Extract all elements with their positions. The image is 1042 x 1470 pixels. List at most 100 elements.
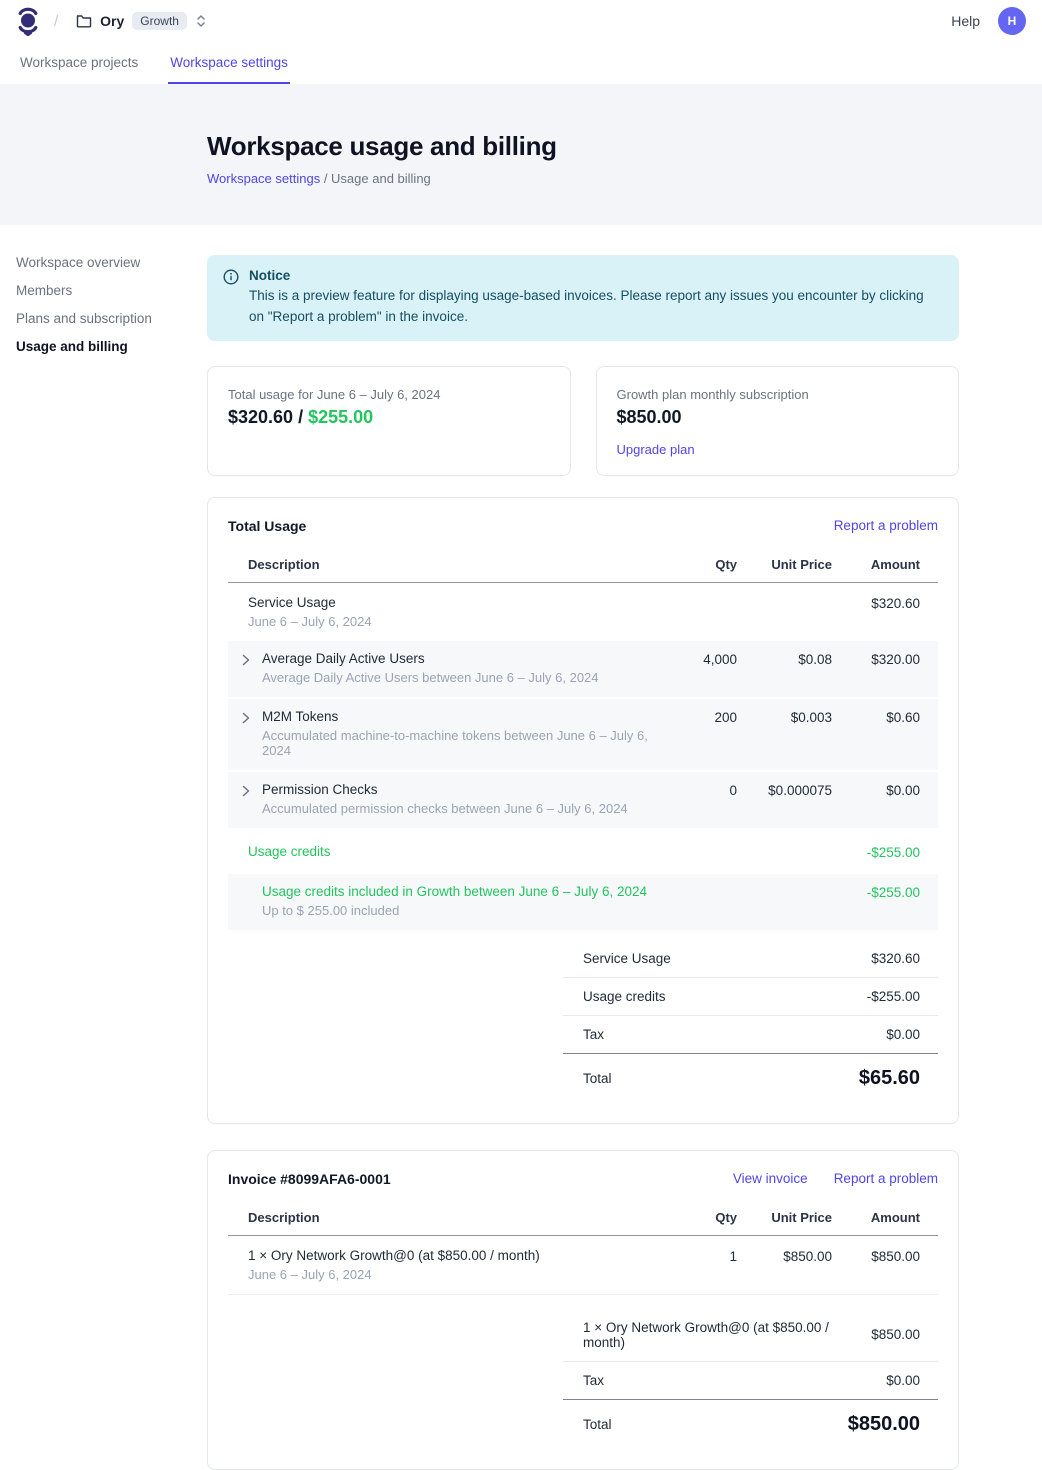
total-usage-label: Total usage for June 6 – July 6, 2024 — [228, 387, 550, 402]
sidebar-item-members[interactable]: Members — [16, 283, 191, 298]
chevron-right-icon[interactable] — [238, 654, 254, 666]
row-title: 1 × Ory Network Growth@0 (at $850.00 / m… — [248, 1248, 657, 1263]
tab-workspace-projects[interactable]: Workspace projects — [18, 55, 140, 84]
total-usage-value: $320.60 / $255.00 — [228, 407, 550, 428]
summary-label: Tax — [583, 1027, 886, 1042]
row-subtitle: June 6 – July 6, 2024 — [248, 614, 657, 629]
header-description: Description — [248, 1210, 657, 1225]
report-problem-link[interactable]: Report a problem — [834, 1171, 938, 1186]
row-amount: $320.00 — [832, 651, 920, 667]
view-invoice-link[interactable]: View invoice — [733, 1171, 808, 1186]
row-unit-price: $850.00 — [737, 1248, 832, 1264]
workspace-name: Ory — [100, 13, 124, 29]
usage-summary: Service Usage $320.60 Usage credits -$25… — [563, 940, 938, 1103]
summary-label: 1 × Ory Network Growth@0 (at $850.00 / m… — [583, 1320, 871, 1350]
sidebar-item-usage-and-billing[interactable]: Usage and billing — [16, 339, 191, 354]
invoice-line-row: 1 × Ory Network Growth@0 (at $850.00 / m… — [228, 1236, 938, 1295]
total-usage-card: Total usage for June 6 – July 6, 2024 $3… — [207, 366, 571, 476]
header-unit-price: Unit Price — [737, 1210, 832, 1225]
invoice-panel-title: Invoice #8099AFA6-0001 — [228, 1171, 391, 1187]
summary-row-service-usage: Service Usage $320.60 — [563, 940, 938, 978]
sidebar-item-workspace-overview[interactable]: Workspace overview — [16, 255, 191, 270]
header-amount: Amount — [832, 1210, 920, 1225]
summary-row-subscription: 1 × Ory Network Growth@0 (at $850.00 / m… — [563, 1309, 938, 1362]
chevron-right-icon[interactable] — [238, 785, 254, 797]
plan-badge: Growth — [132, 12, 187, 30]
usage-row-average-daily-active-users[interactable]: Average Daily Active Users Average Daily… — [228, 641, 938, 697]
workspace-switcher[interactable]: Ory Growth — [76, 12, 207, 30]
plan-label: Growth plan monthly subscription — [617, 387, 939, 402]
usage-credits-detail-row: Usage credits included in Growth between… — [228, 874, 938, 930]
page-title: Workspace usage and billing — [207, 131, 1042, 162]
row-unit-price: $0.000075 — [737, 782, 832, 798]
row-amount: $0.00 — [832, 782, 920, 798]
row-unit-price: $0.003 — [737, 709, 832, 725]
total-value: $65.60 — [859, 1067, 920, 1090]
report-problem-link[interactable]: Report a problem — [834, 518, 938, 533]
summary-value: $0.00 — [886, 1027, 920, 1042]
help-link[interactable]: Help — [951, 13, 980, 29]
topbar-separator: / — [54, 13, 58, 30]
usage-separator: / — [293, 407, 308, 427]
ory-logo[interactable] — [16, 6, 40, 36]
summary-value: $0.00 — [886, 1373, 920, 1388]
preview-notice: Notice This is a preview feature for dis… — [207, 255, 959, 341]
invoice-table-header: Description Qty Unit Price Amount — [228, 1204, 938, 1236]
row-amount: $0.60 — [832, 709, 920, 725]
chevron-right-icon[interactable] — [238, 712, 254, 724]
settings-sidebar: Workspace overview Members Plans and sub… — [16, 255, 191, 367]
header-unit-price: Unit Price — [737, 557, 832, 572]
row-qty: 200 — [657, 709, 737, 725]
sidebar-item-plans-and-subscription[interactable]: Plans and subscription — [16, 311, 191, 326]
updown-icon — [195, 13, 207, 29]
row-title: M2M Tokens — [262, 709, 657, 724]
summary-row-tax: Tax $0.00 — [563, 1362, 938, 1400]
usage-row-permission-checks[interactable]: Permission Checks Accumulated permission… — [228, 772, 938, 828]
plan-amount: $850.00 — [617, 407, 939, 428]
summary-value: $320.60 — [871, 951, 920, 966]
upgrade-plan-link[interactable]: Upgrade plan — [617, 442, 695, 457]
summary-label: Tax — [583, 1373, 886, 1388]
row-subtitle: Accumulated machine-to-machine tokens be… — [262, 728, 657, 758]
tab-workspace-settings[interactable]: Workspace settings — [168, 55, 290, 84]
row-subtitle: Up to $ 255.00 included — [262, 903, 657, 918]
row-title: Average Daily Active Users — [262, 651, 657, 666]
row-title: Service Usage — [248, 595, 657, 610]
notice-body: This is a preview feature for displaying… — [249, 286, 939, 328]
header-qty: Qty — [657, 557, 737, 572]
usage-table-header: Description Qty Unit Price Amount — [228, 551, 938, 583]
service-usage-row: Service Usage June 6 – July 6, 2024 $320… — [228, 583, 938, 641]
row-unit-price: $0.08 — [737, 651, 832, 667]
breadcrumb: Workspace settings / Usage and billing — [207, 171, 1042, 186]
usage-credit-amount: $255.00 — [308, 407, 373, 427]
topbar: / Ory Growth Help H — [0, 0, 1042, 42]
usage-row-m2m-tokens[interactable]: M2M Tokens Accumulated machine-to-machin… — [228, 699, 938, 770]
row-amount: -$255.00 — [832, 844, 920, 860]
row-title: Usage credits included in Growth between… — [262, 884, 657, 899]
hero: Workspace usage and billing Workspace se… — [0, 84, 1042, 225]
info-icon — [223, 269, 239, 328]
summary-label: Usage credits — [583, 989, 867, 1004]
row-subtitle: Accumulated permission checks between Ju… — [262, 801, 657, 816]
invoice-panel: Invoice #8099AFA6-0001 View invoice Repo… — [207, 1150, 959, 1470]
plan-subscription-card: Growth plan monthly subscription $850.00… — [596, 366, 960, 476]
row-qty: 4,000 — [657, 651, 737, 667]
usage-panel-title: Total Usage — [228, 518, 306, 534]
usage-credits-row: Usage credits -$255.00 — [228, 830, 938, 874]
total-label: Total — [583, 1071, 859, 1086]
row-title: Permission Checks — [262, 782, 657, 797]
folder-icon — [76, 14, 92, 28]
summary-label: Service Usage — [583, 951, 871, 966]
total-value: $850.00 — [848, 1413, 920, 1436]
row-subtitle: Average Daily Active Users between June … — [262, 670, 657, 685]
avatar[interactable]: H — [998, 7, 1026, 35]
breadcrumb-link-settings[interactable]: Workspace settings — [207, 171, 320, 186]
row-qty: 0 — [657, 782, 737, 798]
row-amount: $320.60 — [832, 595, 920, 611]
breadcrumb-separator: / — [320, 171, 331, 186]
invoice-summary: 1 × Ory Network Growth@0 (at $850.00 / m… — [563, 1309, 938, 1449]
summary-row-tax: Tax $0.00 — [563, 1016, 938, 1054]
summary-row-total: Total $850.00 — [563, 1399, 938, 1449]
row-qty: 1 — [657, 1248, 737, 1264]
header-amount: Amount — [832, 557, 920, 572]
